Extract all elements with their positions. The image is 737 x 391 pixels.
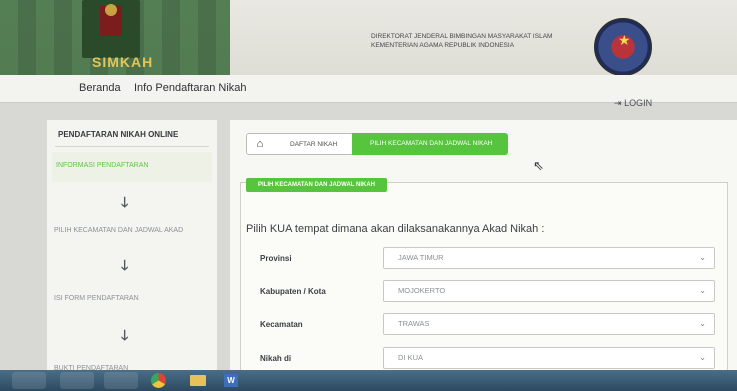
ministry-logo: ★: [594, 18, 652, 76]
app-name[interactable]: SIMKAH: [92, 54, 153, 70]
step-label: ISI FORM PENDAFTARAN: [54, 295, 139, 302]
section-title: PILIH KECAMATAN DAN JADWAL NIKAH: [246, 178, 387, 192]
emblem-icon: [105, 4, 117, 16]
step-label: INFORMASI PENDAFTARAN: [56, 162, 149, 169]
breadcrumb-daftar-nikah[interactable]: DAFTAR NIKAH: [272, 133, 358, 155]
chevron-down-icon: ⌄: [699, 253, 706, 262]
step-informasi-pendaftaran[interactable]: INFORMASI PENDAFTARAN: [52, 152, 212, 182]
login-label: LOGIN: [624, 98, 653, 108]
nav-item-info-pendaftaran[interactable]: Info Pendaftaran Nikah: [134, 82, 247, 94]
nikah-di-label: Nikah di: [260, 354, 292, 363]
organization-line-1: DIREKTORAT JENDERAL BIMBINGAN MASYARAKAT…: [371, 33, 553, 40]
main-content: ⌂ DAFTAR NIKAH PILIH KECAMATAN DAN JADWA…: [230, 120, 737, 391]
divider: [55, 146, 209, 147]
kabupaten-select[interactable]: MOJOKERTO ⌄: [383, 280, 715, 302]
login-icon: ⇥: [614, 98, 622, 108]
word-icon[interactable]: W: [224, 374, 238, 387]
step-pilih-kecamatan[interactable]: PILIH KECAMATAN DAN JADWAL AKAD: [54, 226, 204, 235]
arrow-down-icon: 🡓: [121, 327, 129, 343]
taskbar-app-button[interactable]: [104, 372, 138, 389]
provinsi-label: Provinsi: [260, 254, 292, 263]
chevron-down-icon: ⌄: [699, 286, 706, 295]
screen: SIMKAH DIREKTORAT JENDERAL BIMBINGAN MAS…: [0, 0, 737, 391]
folder-icon[interactable]: [190, 375, 206, 386]
provinsi-select[interactable]: JAWA TIMUR ⌄: [383, 247, 715, 269]
arrow-down-icon: 🡓: [121, 194, 129, 210]
step-isi-form[interactable]: ISI FORM PENDAFTARAN: [54, 294, 139, 303]
organization-name: DIREKTORAT JENDERAL BIMBINGAN MASYARAKAT…: [371, 32, 552, 51]
mouse-cursor-icon: ⇖: [533, 158, 544, 173]
arrow-down-icon: 🡓: [121, 257, 129, 273]
breadcrumb: ⌂ DAFTAR NIKAH PILIH KECAMATAN DAN JADWA…: [246, 133, 706, 155]
breadcrumb-home[interactable]: ⌂: [246, 133, 274, 155]
kecamatan-select[interactable]: TRAWAS ⌄: [383, 313, 715, 335]
nikah-di-value: DI KUA: [398, 353, 424, 362]
chevron-down-icon: ⌄: [699, 319, 706, 328]
kabupaten-label: Kabupaten / Kota: [260, 287, 326, 296]
taskbar-app-button[interactable]: [60, 372, 94, 389]
nikah-di-select[interactable]: DI KUA ⌄: [383, 347, 715, 369]
home-icon: ⌂: [256, 138, 264, 150]
login-link[interactable]: ⇥ LOGIN: [614, 98, 652, 109]
os-taskbar: W: [0, 370, 737, 391]
organization-line-2: KEMENTERIAN AGAMA REPUBLIK INDONESIA: [371, 42, 515, 50]
app-logo[interactable]: [82, 0, 140, 58]
form-instruction: Pilih KUA tempat dimana akan dilaksanaka…: [246, 223, 545, 235]
kecamatan-label: Kecamatan: [260, 320, 303, 329]
start-button[interactable]: [12, 372, 46, 389]
kabupaten-value: MOJOKERTO: [398, 286, 446, 295]
provinsi-value: JAWA TIMUR: [398, 253, 444, 262]
steps-title: PENDAFTARAN NIKAH ONLINE: [58, 130, 179, 139]
step-label: PILIH KECAMATAN DAN JADWAL AKAD: [54, 227, 184, 234]
breadcrumb-current: PILIH KECAMATAN DAN JADWAL NIKAH: [352, 133, 508, 155]
site-header: SIMKAH DIREKTORAT JENDERAL BIMBINGAN MAS…: [0, 0, 737, 76]
registration-steps-panel: PENDAFTARAN NIKAH ONLINE INFORMASI PENDA…: [47, 120, 217, 391]
kecamatan-value: TRAWAS: [398, 319, 430, 328]
system-clock[interactable]: [706, 372, 708, 380]
chrome-icon[interactable]: [151, 373, 166, 388]
nav-item-beranda[interactable]: Beranda: [79, 82, 121, 94]
chevron-down-icon: ⌄: [699, 353, 706, 362]
star-icon: ★: [618, 32, 631, 48]
